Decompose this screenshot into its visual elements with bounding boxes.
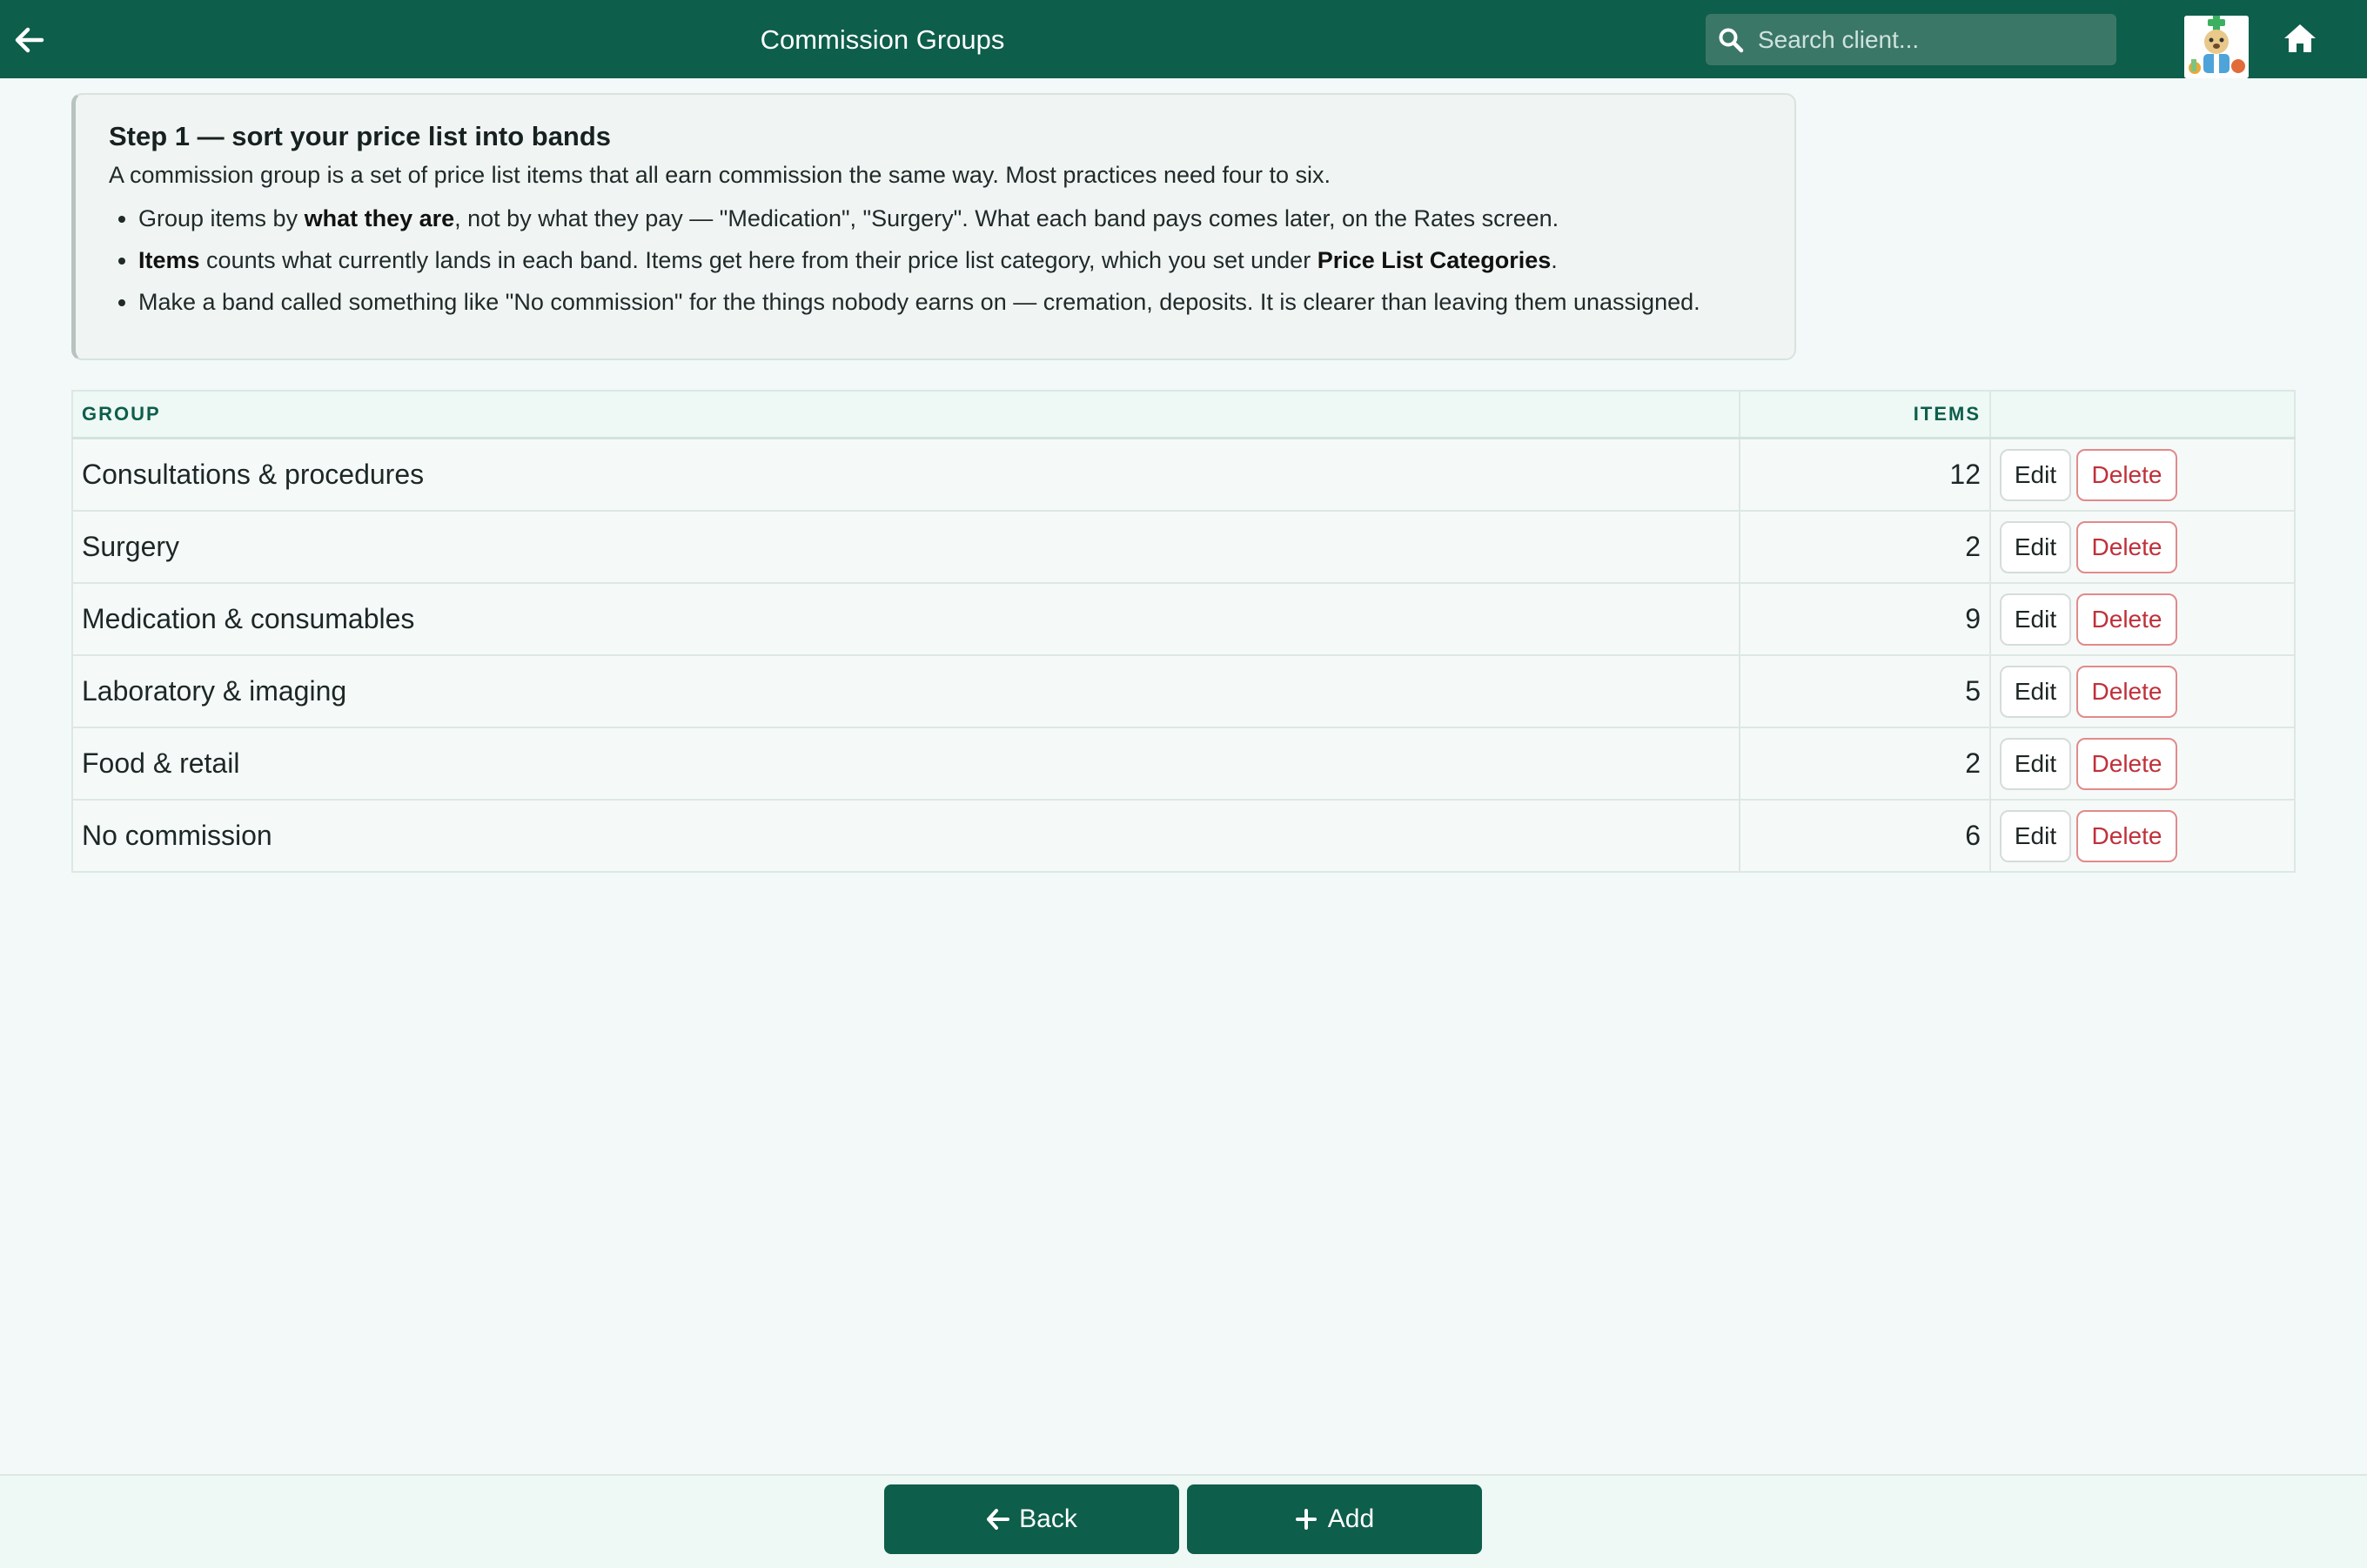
- info-bullet: Group items by what they are, not by wha…: [138, 203, 1794, 234]
- bullet-text: .: [1551, 247, 1558, 273]
- bullet-bold: Price List Categories: [1317, 247, 1552, 273]
- group-name: Surgery: [72, 510, 1740, 583]
- arrow-left-icon: [986, 1506, 1012, 1532]
- row-actions: Edit Delete: [1990, 437, 2296, 511]
- items-count: 2: [1740, 510, 1991, 583]
- edit-button[interactable]: Edit: [2000, 448, 2071, 501]
- table-row: Consultations & procedures 12 Edit Delete: [72, 437, 2296, 511]
- avatar[interactable]: [2184, 16, 2249, 78]
- table-row: Surgery 2 Edit Delete: [72, 510, 2296, 583]
- footer-bar: Back Add: [0, 1474, 2367, 1568]
- back-button[interactable]: Back: [884, 1484, 1179, 1554]
- bullet-bold: what they are: [304, 205, 455, 231]
- info-bullet: Items counts what currently lands in eac…: [138, 245, 1794, 276]
- group-name: Laboratory & imaging: [72, 654, 1740, 727]
- info-list: Group items by what they are, not by wha…: [109, 203, 1794, 318]
- delete-button[interactable]: Delete: [2076, 665, 2177, 718]
- row-actions: Edit Delete: [1990, 654, 2296, 727]
- items-count: 12: [1740, 437, 1991, 511]
- delete-button[interactable]: Delete: [2076, 809, 2177, 862]
- group-name: Medication & consumables: [72, 582, 1740, 655]
- back-button-label: Back: [1019, 1504, 1077, 1533]
- delete-button[interactable]: Delete: [2076, 593, 2177, 646]
- edit-button[interactable]: Edit: [2000, 737, 2071, 790]
- row-actions: Edit Delete: [1990, 727, 2296, 800]
- bullet-text: , not by what they pay — "Medication", "…: [454, 205, 1559, 231]
- row-actions: Edit Delete: [1990, 799, 2296, 872]
- items-count: 2: [1740, 727, 1991, 800]
- bullet-text: Group items by: [138, 205, 305, 231]
- info-bullet: Make a band called something like "No co…: [138, 286, 1794, 318]
- add-button[interactable]: Add: [1187, 1484, 1482, 1554]
- edit-button[interactable]: Edit: [2000, 809, 2071, 862]
- row-actions: Edit Delete: [1990, 582, 2296, 655]
- group-name: Consultations & procedures: [72, 437, 1740, 511]
- items-column-header: Items: [1740, 391, 1991, 439]
- group-column-header: Group: [72, 391, 1740, 439]
- table-row: No commission 6 Edit Delete: [72, 799, 2296, 872]
- edit-button[interactable]: Edit: [2000, 593, 2071, 646]
- page-title: Commission Groups: [760, 24, 1005, 55]
- info-panel: Step 1 — sort your price list into bands…: [71, 93, 1796, 360]
- actions-column-header: [1990, 391, 2296, 439]
- group-name: No commission: [72, 799, 1740, 872]
- add-button-label: Add: [1327, 1504, 1375, 1533]
- arrow-left-icon[interactable]: [12, 23, 47, 57]
- search-input[interactable]: [1758, 17, 2116, 62]
- bullet-bold: Items: [138, 247, 200, 273]
- commission-groups-table: Group Items Consultations & procedures 1…: [71, 390, 2296, 873]
- group-name: Food & retail: [72, 727, 1740, 800]
- table-row: Laboratory & imaging 5 Edit Delete: [72, 654, 2296, 727]
- bullet-text: counts what currently lands in each band…: [199, 247, 1318, 273]
- info-title: Step 1 — sort your price list into bands: [109, 121, 612, 151]
- search-icon: [1716, 25, 1746, 55]
- delete-button[interactable]: Delete: [2076, 520, 2177, 573]
- delete-button[interactable]: Delete: [2076, 737, 2177, 790]
- edit-button[interactable]: Edit: [2000, 665, 2071, 718]
- home-icon[interactable]: [2282, 21, 2318, 57]
- top-bar: Commission Groups: [0, 0, 2367, 78]
- items-count: 6: [1740, 799, 1991, 872]
- items-count: 5: [1740, 654, 1991, 727]
- edit-button[interactable]: Edit: [2000, 520, 2071, 573]
- table-row: Food & retail 2 Edit Delete: [72, 727, 2296, 800]
- info-intro: A commission group is a set of price lis…: [109, 162, 1331, 188]
- row-actions: Edit Delete: [1990, 510, 2296, 583]
- delete-button[interactable]: Delete: [2076, 448, 2177, 501]
- table-row: Medication & consumables 9 Edit Delete: [72, 582, 2296, 655]
- items-count: 9: [1740, 582, 1991, 655]
- table-header-row: Group Items: [72, 391, 2296, 439]
- plus-icon: [1295, 1506, 1321, 1532]
- search-box[interactable]: [1706, 14, 2116, 65]
